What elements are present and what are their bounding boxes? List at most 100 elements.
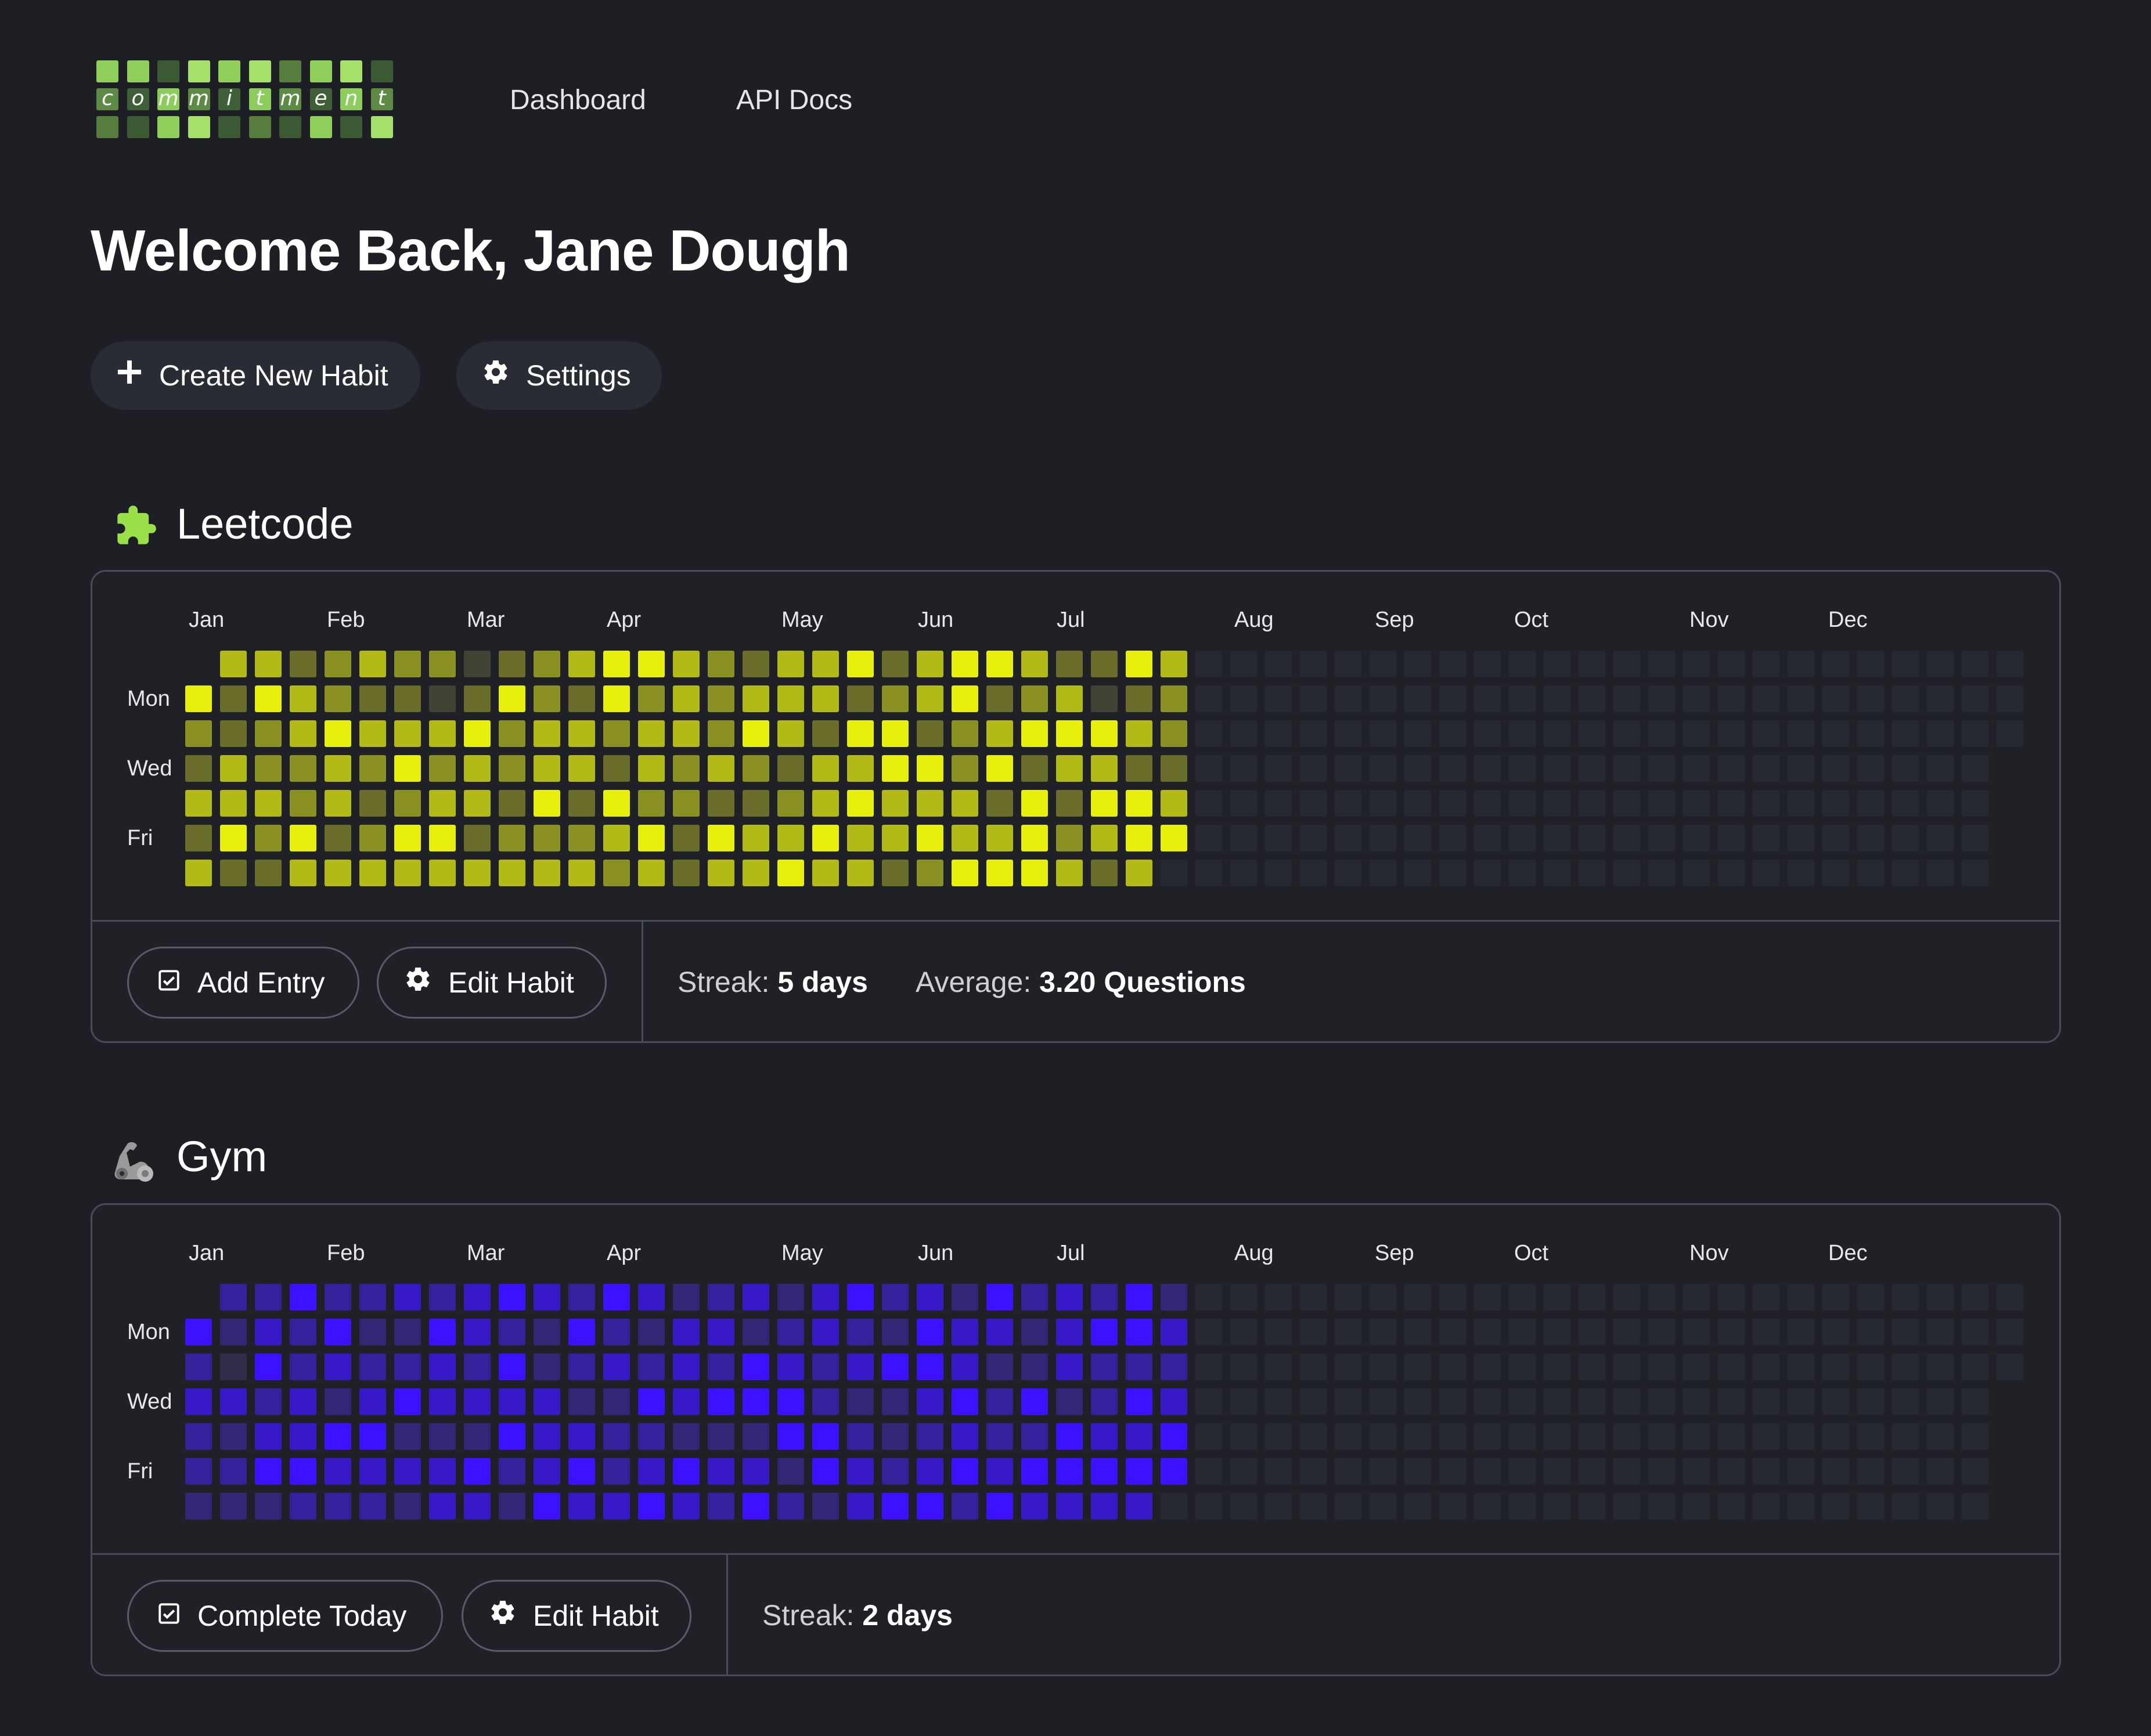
day-cell[interactable] <box>673 1354 700 1380</box>
day-cell[interactable] <box>1997 1284 2023 1311</box>
day-cell[interactable] <box>499 825 525 851</box>
day-cell[interactable] <box>1788 1354 1814 1380</box>
day-cell[interactable] <box>1822 1493 1849 1520</box>
day-cell[interactable] <box>1927 790 1954 817</box>
day-cell[interactable] <box>986 720 1013 747</box>
day-cell[interactable] <box>1404 1284 1431 1311</box>
day-cell[interactable] <box>1683 685 1710 712</box>
day-cell[interactable] <box>986 1319 1013 1345</box>
day-cell[interactable] <box>882 860 909 886</box>
day-cell[interactable] <box>1195 755 1222 782</box>
day-cell[interactable] <box>952 860 978 886</box>
day-cell[interactable] <box>1091 1458 1118 1485</box>
day-cell[interactable] <box>1683 1284 1710 1311</box>
day-cell[interactable] <box>325 720 351 747</box>
day-cell[interactable] <box>673 1388 700 1415</box>
day-cell[interactable] <box>1544 651 1570 677</box>
day-cell[interactable] <box>1439 1458 1466 1485</box>
day-cell[interactable] <box>1439 651 1466 677</box>
day-cell[interactable] <box>1509 1493 1536 1520</box>
day-cell[interactable] <box>1439 720 1466 747</box>
day-cell[interactable] <box>534 860 560 886</box>
day-cell[interactable] <box>1892 790 1919 817</box>
day-cell[interactable] <box>1648 1388 1675 1415</box>
day-cell[interactable] <box>1962 720 1988 747</box>
day-cell[interactable] <box>499 1458 525 1485</box>
day-cell[interactable] <box>499 1284 525 1311</box>
day-cell[interactable] <box>1718 1354 1745 1380</box>
day-cell[interactable] <box>220 1388 247 1415</box>
day-cell[interactable] <box>1927 1354 1954 1380</box>
day-cell[interactable] <box>1544 1388 1570 1415</box>
day-cell[interactable] <box>1404 685 1431 712</box>
day-cell[interactable] <box>394 720 421 747</box>
day-cell[interactable] <box>1579 860 1605 886</box>
day-cell[interactable] <box>1195 1423 1222 1450</box>
day-cell[interactable] <box>708 1493 734 1520</box>
day-cell[interactable] <box>464 1319 491 1345</box>
day-cell[interactable] <box>743 1458 769 1485</box>
day-cell[interactable] <box>255 1458 282 1485</box>
day-cell[interactable] <box>290 1458 316 1485</box>
day-cell[interactable] <box>290 1319 316 1345</box>
day-cell[interactable] <box>220 1493 247 1520</box>
day-cell[interactable] <box>185 685 212 712</box>
day-cell[interactable] <box>568 1423 595 1450</box>
day-cell[interactable] <box>1230 1319 1257 1345</box>
day-cell[interactable] <box>1788 1423 1814 1450</box>
day-cell[interactable] <box>1161 1284 1187 1311</box>
day-cell[interactable] <box>290 720 316 747</box>
day-cell[interactable] <box>1161 1458 1187 1485</box>
day-cell[interactable] <box>1091 685 1118 712</box>
day-cell[interactable] <box>1161 790 1187 817</box>
day-cell[interactable] <box>1021 1284 1048 1311</box>
day-cell[interactable] <box>812 1493 839 1520</box>
day-cell[interactable] <box>986 1458 1013 1485</box>
day-cell[interactable] <box>568 685 595 712</box>
day-cell[interactable] <box>952 1284 978 1311</box>
day-cell[interactable] <box>1718 685 1745 712</box>
day-cell[interactable] <box>917 685 943 712</box>
day-cell[interactable] <box>1579 1354 1605 1380</box>
day-cell[interactable] <box>1404 1354 1431 1380</box>
day-cell[interactable] <box>1857 825 1884 851</box>
day-cell[interactable] <box>359 1388 386 1415</box>
day-cell[interactable] <box>290 651 316 677</box>
day-cell[interactable] <box>185 860 212 886</box>
day-cell[interactable] <box>1370 825 1396 851</box>
day-cell[interactable] <box>394 755 421 782</box>
day-cell[interactable] <box>1195 1493 1222 1520</box>
day-cell[interactable] <box>1613 1354 1640 1380</box>
day-cell[interactable] <box>1300 825 1327 851</box>
day-cell[interactable] <box>1404 1423 1431 1450</box>
day-cell[interactable] <box>255 1423 282 1450</box>
day-cell[interactable] <box>429 825 456 851</box>
day-cell[interactable] <box>1370 860 1396 886</box>
day-cell[interactable] <box>1126 1423 1152 1450</box>
day-cell[interactable] <box>1056 720 1083 747</box>
day-cell[interactable] <box>255 1493 282 1520</box>
day-cell[interactable] <box>1404 651 1431 677</box>
day-cell[interactable] <box>325 1388 351 1415</box>
day-cell[interactable] <box>708 1388 734 1415</box>
day-cell[interactable] <box>1648 1284 1675 1311</box>
day-cell[interactable] <box>1161 1354 1187 1380</box>
day-cell[interactable] <box>1753 860 1779 886</box>
day-cell[interactable] <box>1927 651 1954 677</box>
day-cell[interactable] <box>952 825 978 851</box>
day-cell[interactable] <box>638 1458 665 1485</box>
settings-button[interactable]: Settings <box>456 341 662 410</box>
day-cell[interactable] <box>255 1319 282 1345</box>
day-cell[interactable] <box>534 825 560 851</box>
day-cell[interactable] <box>499 720 525 747</box>
day-cell[interactable] <box>1126 1319 1152 1345</box>
day-cell[interactable] <box>1857 860 1884 886</box>
day-cell[interactable] <box>1300 1284 1327 1311</box>
day-cell[interactable] <box>1265 1423 1292 1450</box>
day-cell[interactable] <box>1544 685 1570 712</box>
day-cell[interactable] <box>534 1319 560 1345</box>
day-cell[interactable] <box>986 755 1013 782</box>
day-cell[interactable] <box>1439 825 1466 851</box>
day-cell[interactable] <box>359 1319 386 1345</box>
day-cell[interactable] <box>1439 1354 1466 1380</box>
